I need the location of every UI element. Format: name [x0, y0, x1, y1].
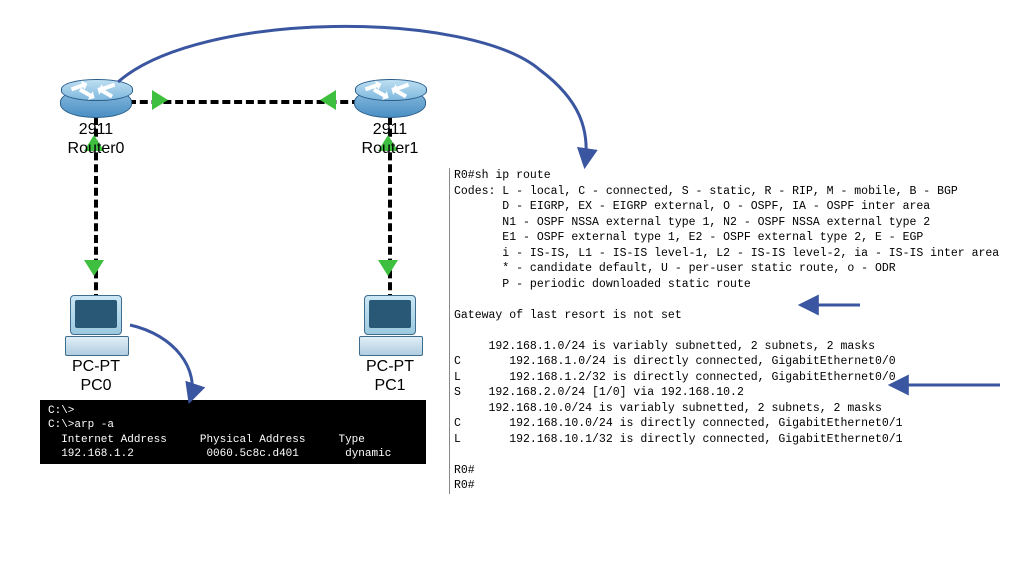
term-line: 192.168.1.2 0060.5c8c.d401 dynamic	[48, 447, 418, 461]
link-up-icon	[378, 260, 398, 276]
link-up-icon	[320, 90, 336, 110]
link-up-icon	[84, 260, 104, 276]
term-line: C:\>	[48, 404, 418, 418]
router0-icon[interactable]	[60, 88, 132, 118]
router0-label: 2911Router0	[46, 120, 146, 158]
term-line: C:\>arp -a	[48, 418, 418, 432]
pc0-label: PC-PTPC0	[46, 357, 146, 395]
pc0-icon[interactable]	[70, 295, 122, 335]
router-cli-output: R0#sh ip route Codes: L - local, C - con…	[449, 168, 1014, 494]
term-line: Internet Address Physical Address Type	[48, 433, 418, 447]
pc1-label: PC-PTPC1	[340, 357, 440, 395]
link-up-icon	[152, 90, 168, 110]
pc0-terminal: C:\> C:\>arp -a Internet Address Physica…	[40, 400, 426, 464]
router1-label: 2911Router1	[340, 120, 440, 158]
pc1-icon[interactable]	[364, 295, 416, 335]
router1-icon[interactable]	[354, 88, 426, 118]
